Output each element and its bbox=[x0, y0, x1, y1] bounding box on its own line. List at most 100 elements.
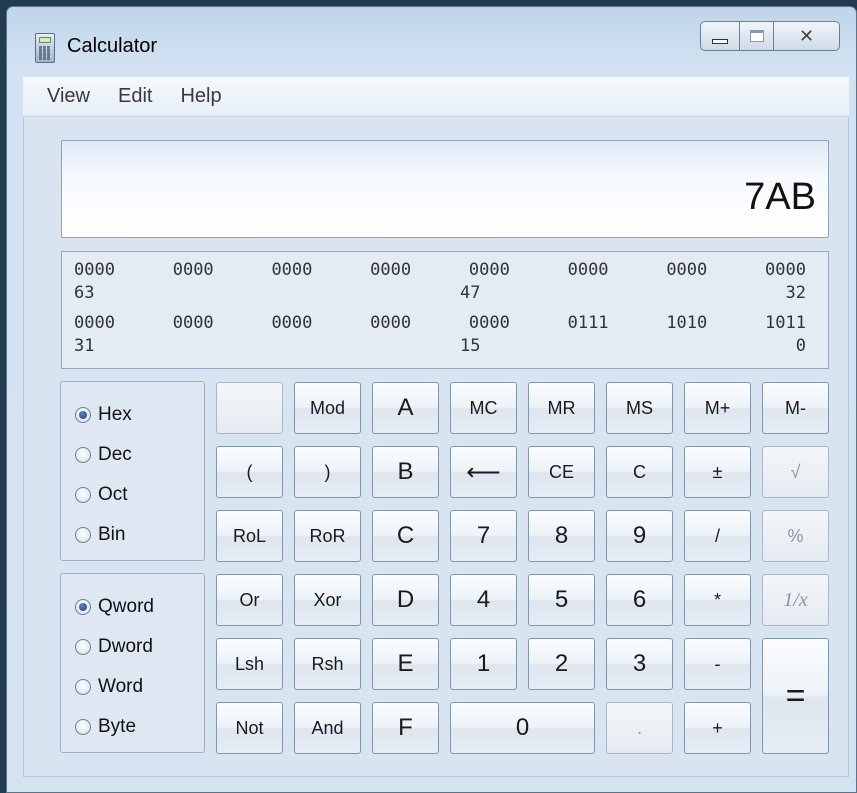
memory-add-button[interactable]: M+ bbox=[684, 382, 751, 434]
xor-button[interactable]: Xor bbox=[294, 574, 361, 626]
menu-edit[interactable]: Edit bbox=[118, 85, 152, 108]
minimize-icon bbox=[712, 38, 728, 44]
mod-button[interactable]: Mod bbox=[294, 382, 361, 434]
calculator-body: 7 AB 0000 0000 0000 0000 0000 0000 0000 0… bbox=[23, 117, 849, 777]
digit-6-button[interactable]: 6 bbox=[606, 574, 673, 626]
or-button[interactable]: Or bbox=[216, 574, 283, 626]
radio-icon bbox=[75, 639, 91, 655]
bit-index-label: 31 bbox=[74, 336, 95, 356]
subtract-button[interactable]: - bbox=[684, 638, 751, 690]
base-selector: Hex Dec Oct Bin bbox=[60, 381, 205, 561]
open-paren-button[interactable]: ( bbox=[216, 446, 283, 498]
bit-group: 0000 bbox=[468, 260, 510, 280]
menu-help[interactable]: Help bbox=[180, 85, 221, 108]
radio-qword[interactable]: Qword bbox=[75, 596, 154, 618]
calculator-app-icon bbox=[35, 33, 55, 63]
radio-dword[interactable]: Dword bbox=[75, 636, 153, 658]
right-shift-button[interactable]: Rsh bbox=[294, 638, 361, 690]
bit-index-label: 15 bbox=[460, 336, 481, 356]
memory-store-button[interactable]: MS bbox=[606, 382, 673, 434]
digit-3-button[interactable]: 3 bbox=[606, 638, 673, 690]
radio-bin[interactable]: Bin bbox=[75, 524, 125, 546]
backspace-button[interactable]: ⟵ bbox=[450, 446, 517, 498]
radio-selected-icon bbox=[75, 599, 91, 615]
bit-group: 0000 bbox=[74, 313, 115, 333]
close-paren-button[interactable]: ) bbox=[294, 446, 361, 498]
bit-group: 0000 bbox=[271, 313, 313, 333]
bit-index-label: 47 bbox=[460, 283, 481, 303]
minimize-button[interactable] bbox=[700, 21, 740, 51]
menu-view[interactable]: View bbox=[47, 85, 90, 108]
bit-group: 0000 bbox=[666, 260, 708, 280]
divide-button[interactable]: / bbox=[684, 510, 751, 562]
not-button[interactable]: Not bbox=[216, 702, 283, 754]
digit-5-button[interactable]: 5 bbox=[528, 574, 595, 626]
radio-icon bbox=[75, 487, 91, 503]
radio-icon bbox=[75, 527, 91, 543]
hex-c-button[interactable]: C bbox=[372, 510, 439, 562]
bit-group: 0000 bbox=[567, 260, 609, 280]
square-root-button[interactable]: √ bbox=[762, 446, 829, 498]
decimal-point-button[interactable]: . bbox=[606, 702, 673, 754]
memory-recall-button[interactable]: MR bbox=[528, 382, 595, 434]
bit-group: 0000 bbox=[271, 260, 313, 280]
bit-group: 0000 bbox=[370, 260, 412, 280]
hex-d-button[interactable]: D bbox=[372, 574, 439, 626]
maximize-icon bbox=[749, 30, 764, 42]
radio-icon bbox=[75, 719, 91, 735]
left-shift-button[interactable]: Lsh bbox=[216, 638, 283, 690]
maximize-button[interactable] bbox=[740, 21, 774, 51]
bit-group: 0111 bbox=[567, 313, 609, 333]
equals-button[interactable]: = bbox=[762, 638, 829, 754]
menu-bar: View Edit Help bbox=[23, 77, 849, 117]
digit-1-button[interactable]: 1 bbox=[450, 638, 517, 690]
digit-9-button[interactable]: 9 bbox=[606, 510, 673, 562]
word-size-selector: Qword Dword Word Byte bbox=[60, 573, 205, 753]
blank-key[interactable] bbox=[216, 382, 283, 434]
radio-dec[interactable]: Dec bbox=[75, 444, 132, 466]
reciprocal-button[interactable]: 1/x bbox=[762, 574, 829, 626]
bit-group: 0000 bbox=[74, 260, 115, 280]
bit-row-high: 0000 0000 0000 0000 0000 0000 0000 0000 bbox=[74, 260, 806, 280]
rotate-left-button[interactable]: RoL bbox=[216, 510, 283, 562]
radio-icon bbox=[75, 679, 91, 695]
digit-2-button[interactable]: 2 bbox=[528, 638, 595, 690]
bit-group: 1010 bbox=[666, 313, 708, 333]
bit-group: 0000 bbox=[765, 260, 806, 280]
radio-word[interactable]: Word bbox=[75, 676, 143, 698]
multiply-button[interactable]: * bbox=[684, 574, 751, 626]
radio-oct[interactable]: Oct bbox=[75, 484, 128, 506]
digit-0-button[interactable]: 0 bbox=[450, 702, 595, 754]
rotate-right-button[interactable]: RoR bbox=[294, 510, 361, 562]
hex-f-button[interactable]: F bbox=[372, 702, 439, 754]
clear-button[interactable]: C bbox=[606, 446, 673, 498]
calculator-window: Calculator ✕ View Edit Help 7AB 0000 000… bbox=[6, 6, 857, 793]
hex-b-button[interactable]: B bbox=[372, 446, 439, 498]
digit-8-button[interactable]: 8 bbox=[528, 510, 595, 562]
add-button[interactable]: + bbox=[684, 702, 751, 754]
radio-byte[interactable]: Byte bbox=[75, 716, 136, 738]
and-button[interactable]: And bbox=[294, 702, 361, 754]
hex-a-button[interactable]: A bbox=[372, 382, 439, 434]
bit-group: 0000 bbox=[172, 260, 214, 280]
radio-hex[interactable]: Hex bbox=[75, 404, 132, 426]
title-bar[interactable]: Calculator ✕ bbox=[7, 7, 856, 73]
close-icon: ✕ bbox=[798, 25, 815, 47]
hex-e-button[interactable]: E bbox=[372, 638, 439, 690]
bit-group: 0000 bbox=[172, 313, 214, 333]
negate-button[interactable]: ± bbox=[684, 446, 751, 498]
bit-index-label: 63 bbox=[74, 283, 95, 303]
digit-4-button[interactable]: 4 bbox=[450, 574, 517, 626]
bit-row-low: 0000 0000 0000 0000 0000 0111 1010 1011 bbox=[74, 313, 806, 333]
close-button[interactable]: ✕ bbox=[774, 21, 840, 51]
digit-7-button[interactable]: 7 bbox=[450, 510, 517, 562]
window-title: Calculator bbox=[67, 35, 158, 57]
bit-index-label: 32 bbox=[785, 283, 806, 303]
percent-button[interactable]: % bbox=[762, 510, 829, 562]
memory-subtract-button[interactable]: M- bbox=[762, 382, 829, 434]
bit-group: 0000 bbox=[370, 313, 412, 333]
clear-entry-button[interactable]: CE bbox=[528, 446, 595, 498]
memory-clear-button[interactable]: MC bbox=[450, 382, 517, 434]
window-controls: ✕ bbox=[700, 21, 840, 51]
radio-icon bbox=[75, 447, 91, 463]
